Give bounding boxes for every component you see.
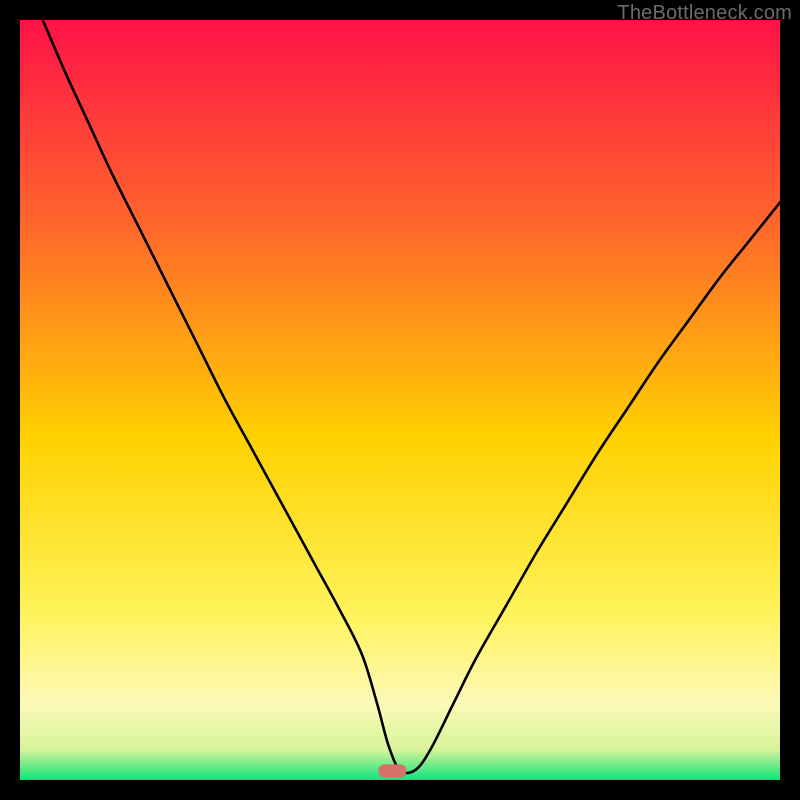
gradient-background: [20, 20, 780, 780]
watermark-text: TheBottleneck.com: [617, 2, 792, 25]
chart-frame: TheBottleneck.com: [0, 0, 800, 800]
plot-area: [20, 20, 780, 780]
chart-svg: [20, 20, 780, 780]
optimum-marker: [378, 764, 406, 777]
